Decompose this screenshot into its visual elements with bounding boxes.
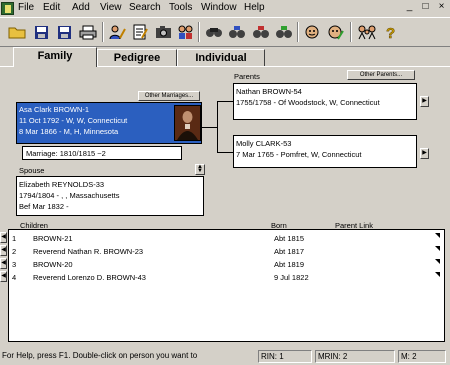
spouse-death: Bef Mar 1832 - xyxy=(19,202,69,211)
parent-link-marker-icon xyxy=(435,246,440,251)
spouse-sort-button[interactable]: ▲ ▼ xyxy=(195,164,205,175)
minimize-button[interactable]: _ xyxy=(403,1,416,14)
pencil-face-icon[interactable] xyxy=(324,21,346,43)
child-name: Reverend Lorenzo D. BROWN-43 xyxy=(33,273,146,282)
marriage-text: Marriage: 1810/1815 ~2 xyxy=(26,149,106,158)
child-number: 3 xyxy=(12,260,17,269)
child-name: Reverend Nathan R. BROWN-23 xyxy=(33,247,144,256)
child-row[interactable]: 4 Reverend Lorenzo D. BROWN-43 9 Jul 182… xyxy=(9,272,445,284)
app-icon[interactable] xyxy=(1,2,14,15)
father-name: Nathan BROWN-54 xyxy=(236,87,302,96)
child-row[interactable]: 1 BROWN-21 Abt 1815 xyxy=(9,233,445,245)
child-row[interactable]: 3 BROWN-20 Abt 1819 xyxy=(9,259,445,271)
child-arrow-button-3[interactable]: ◀ xyxy=(0,258,7,269)
menu-bar: File Edit Add View Search Tools Window H… xyxy=(0,0,450,17)
parent-link-marker-icon xyxy=(435,259,440,264)
child-number: 2 xyxy=(12,247,17,256)
face-icon[interactable] xyxy=(301,21,323,43)
menu-edit[interactable]: Edit xyxy=(43,2,60,13)
child-born: 9 Jul 1822 xyxy=(274,273,309,282)
tab-pedigree[interactable]: Pedigree xyxy=(97,49,177,66)
open-folder-icon[interactable] xyxy=(6,21,28,43)
menu-help[interactable]: Help xyxy=(244,2,265,13)
portrait-photo[interactable] xyxy=(174,105,201,141)
status-bar: For Help, press F1. Double-click on pers… xyxy=(0,348,450,365)
add-family-icon[interactable] xyxy=(175,21,197,43)
menu-add[interactable]: Add xyxy=(72,2,90,13)
status-help-text: For Help, press F1. Double-click on pers… xyxy=(2,351,198,360)
child-row[interactable]: 2 Reverend Nathan R. BROWN-23 Abt 1817 xyxy=(9,246,445,258)
child-number: 1 xyxy=(12,234,17,243)
status-mrin: MRIN: 2 xyxy=(315,350,395,363)
child-born: Abt 1819 xyxy=(274,260,305,269)
toolbar: ? xyxy=(0,17,450,47)
find-tree-icon[interactable] xyxy=(250,21,272,43)
parents-label: Parents xyxy=(234,72,260,81)
father-box[interactable]: Nathan BROWN-54 1755/1758 - Of Woodstock… xyxy=(233,83,417,120)
child-name: BROWN-21 xyxy=(33,234,73,243)
child-number: 4 xyxy=(12,273,17,282)
menu-file[interactable]: File xyxy=(18,2,34,13)
other-marriages-button[interactable]: Other Marriages... xyxy=(138,91,200,101)
spouse-birth: 1794/1804 - , , Massachusetts xyxy=(19,191,120,200)
father-arrow-button[interactable]: ▶ xyxy=(420,96,429,107)
main-person-box[interactable]: Asa Clark BROWN-1 11 Oct 1792 - W, W, Co… xyxy=(16,102,202,144)
parent-link-marker-icon xyxy=(435,272,440,277)
menu-tools[interactable]: Tools xyxy=(169,2,192,13)
menu-view[interactable]: View xyxy=(100,2,122,13)
scrapbook-icon[interactable] xyxy=(152,21,174,43)
marriage-field[interactable]: Marriage: 1810/1815 ~2 xyxy=(22,146,182,160)
child-arrow-button-1[interactable]: ◀ xyxy=(0,232,7,243)
menu-search[interactable]: Search xyxy=(129,2,161,13)
children-list: 1 BROWN-21 Abt 1815 2 Reverend Nathan R.… xyxy=(8,229,445,342)
save-as-icon[interactable] xyxy=(53,21,75,43)
help-icon[interactable]: ? xyxy=(380,21,402,43)
status-m: M: 2 xyxy=(398,350,446,363)
find-family-icon[interactable] xyxy=(226,21,248,43)
spouse-name: Elizabeth REYNOLDS-33 xyxy=(19,180,105,189)
spouse-box[interactable]: Elizabeth REYNOLDS-33 1794/1804 - , , Ma… xyxy=(16,176,204,216)
find-icon[interactable] xyxy=(203,21,225,43)
spouse-label: Spouse xyxy=(19,166,45,175)
child-name: BROWN-20 xyxy=(33,260,73,269)
svg-text:?: ? xyxy=(386,25,395,40)
child-arrow-button-2[interactable]: ◀ xyxy=(0,245,7,256)
edit-person-icon[interactable] xyxy=(106,21,128,43)
mother-name: Molly CLARK-53 xyxy=(236,139,292,148)
print-icon[interactable] xyxy=(77,21,99,43)
restore-button[interactable]: □ xyxy=(419,1,432,14)
notes-icon[interactable] xyxy=(129,21,151,43)
main-person-name: Asa Clark BROWN-1 xyxy=(19,105,90,114)
status-rin: RIN: 1 xyxy=(258,350,312,363)
child-born: Abt 1815 xyxy=(274,234,305,243)
other-parents-button[interactable]: Other Parents... xyxy=(347,70,415,80)
tab-family[interactable]: Family xyxy=(13,47,97,67)
main-person-death: 8 Mar 1866 - M, H, Minnesota xyxy=(19,127,119,136)
main-person-birth: 11 Oct 1792 - W, W, Connecticut xyxy=(19,116,128,125)
close-button[interactable]: × xyxy=(435,1,448,14)
menu-window[interactable]: Window xyxy=(201,2,237,13)
tab-individual[interactable]: Individual xyxy=(177,49,265,66)
parent-link-marker-icon xyxy=(435,233,440,238)
child-arrow-button-4[interactable]: ◀ xyxy=(0,271,7,282)
child-born: Abt 1817 xyxy=(274,247,305,256)
save-icon[interactable] xyxy=(30,21,52,43)
family-group-icon[interactable] xyxy=(356,21,378,43)
father-dates: 1755/1758 - Of Woodstock, W, Connecticut xyxy=(236,98,380,107)
mother-box[interactable]: Molly CLARK-53 7 Mar 1765 - Pomfret, W, … xyxy=(233,135,417,168)
mother-dates: 7 Mar 1765 - Pomfret, W, Connecticut xyxy=(236,150,362,159)
mother-arrow-button[interactable]: ▶ xyxy=(420,148,429,159)
find-person-icon[interactable] xyxy=(273,21,295,43)
